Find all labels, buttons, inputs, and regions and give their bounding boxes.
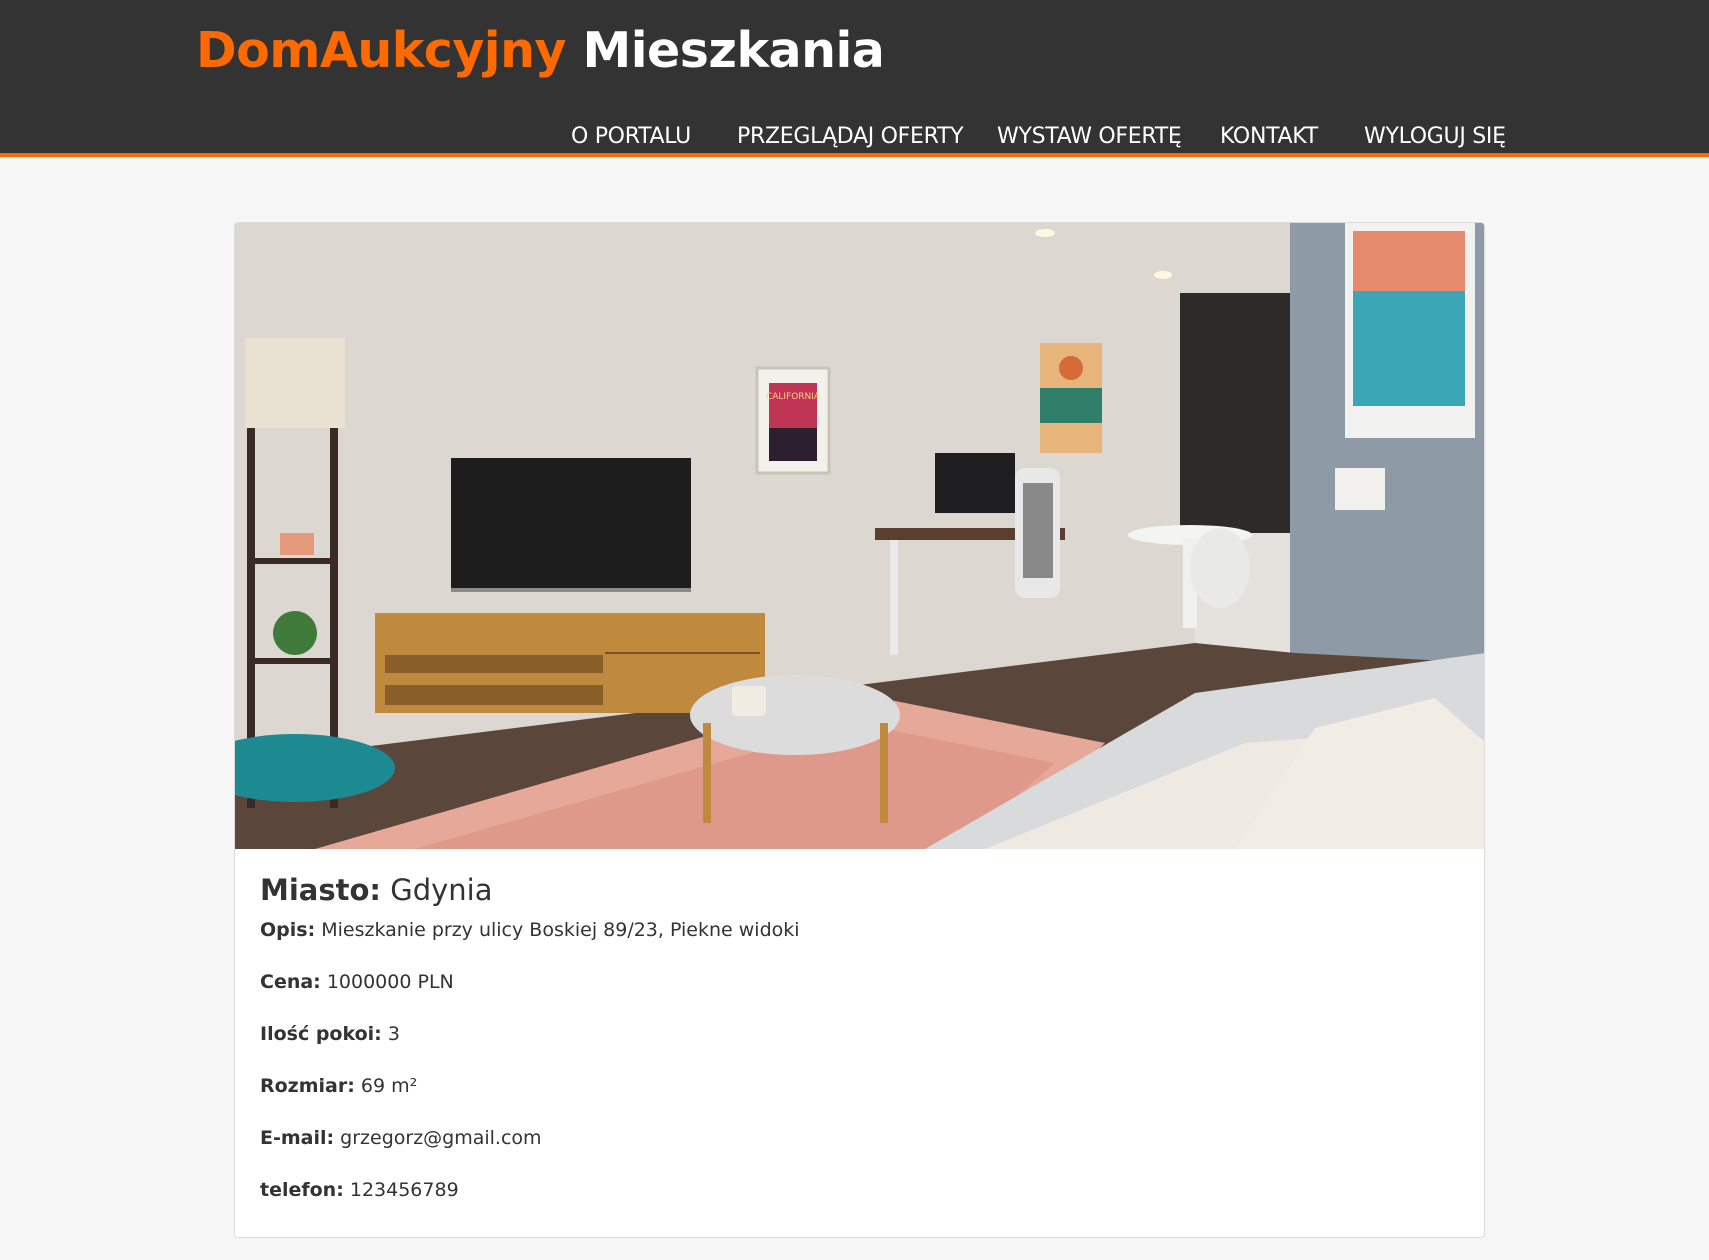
field-label: Opis: bbox=[260, 919, 316, 941]
nav-item-contact[interactable]: KONTAKT bbox=[1220, 124, 1318, 149]
field-size: Rozmiar: 69 m² bbox=[260, 1075, 1460, 1127]
listing-details: Miasto: Gdynia Opis: Mieszkanie przy uli… bbox=[260, 873, 1460, 1231]
field-value: 123456789 bbox=[349, 1179, 459, 1201]
site-header: DomAukcyjny Mieszkania O PORTALU PRZEGLĄ… bbox=[0, 0, 1709, 157]
nav-item-about[interactable]: O PORTALU bbox=[571, 124, 691, 149]
site-logo[interactable]: DomAukcyjny Mieszkania bbox=[196, 22, 885, 79]
field-value: 1000000 PLN bbox=[326, 971, 454, 993]
field-rooms: Ilość pokoi: 3 bbox=[260, 1023, 1460, 1075]
field-label: Rozmiar: bbox=[260, 1075, 355, 1097]
field-price: Cena: 1000000 PLN bbox=[260, 971, 1460, 1023]
city-value: Gdynia bbox=[390, 873, 493, 907]
field-value: 69 m² bbox=[360, 1075, 418, 1097]
brand-name-primary: DomAukcyjny bbox=[196, 22, 566, 79]
nav-item-browse-offers[interactable]: PRZEGLĄDAJ OFERTY bbox=[737, 124, 964, 149]
nav-item-logout[interactable]: WYLOGUJ SIĘ bbox=[1364, 124, 1506, 149]
field-value: grzegorz@gmail.com bbox=[340, 1127, 542, 1149]
field-label: Ilość pokoi: bbox=[260, 1023, 382, 1045]
field-value: Mieszkanie przy ulicy Boskiej 89/23, Pie… bbox=[321, 919, 800, 941]
apartment-photo: CALIFORNIA bbox=[235, 223, 1484, 849]
field-label: telefon: bbox=[260, 1179, 344, 1201]
listing-card: CALIFORNIA Miasto: Gdynia Opis: Mieszkan… bbox=[234, 222, 1485, 1238]
field-label: E-mail: bbox=[260, 1127, 335, 1149]
field-label: Cena: bbox=[260, 971, 321, 993]
field-description: Opis: Mieszkanie przy ulicy Boskiej 89/2… bbox=[260, 919, 1460, 971]
field-phone: telefon: 123456789 bbox=[260, 1179, 1460, 1231]
brand-name-secondary: Mieszkania bbox=[582, 22, 885, 79]
poster-text: CALIFORNIA bbox=[766, 392, 821, 402]
field-value: 3 bbox=[387, 1023, 400, 1045]
field-email: E-mail: grzegorz@gmail.com bbox=[260, 1127, 1460, 1179]
city-heading: Miasto: Gdynia bbox=[260, 873, 1460, 907]
city-label: Miasto: bbox=[260, 873, 382, 907]
nav-item-post-offer[interactable]: WYSTAW OFERTĘ bbox=[997, 124, 1182, 149]
